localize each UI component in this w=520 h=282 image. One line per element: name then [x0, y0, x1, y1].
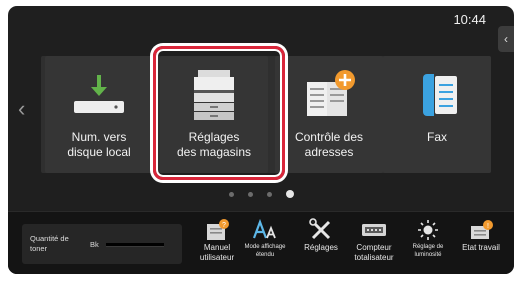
tools-icon: [309, 218, 331, 240]
tile-label: Num. vers disque local: [67, 130, 131, 159]
func-label: Réglage de luminosité: [412, 244, 444, 258]
printer-tray-icon: [194, 70, 234, 120]
page-dot-active[interactable]: [285, 190, 294, 198]
brightness-icon: [418, 220, 438, 240]
side-panel-tab[interactable]: ‹: [498, 26, 514, 52]
fax-phone-icon: [423, 74, 457, 116]
svg-text:?: ?: [222, 222, 226, 229]
toner-color-label: Bk: [90, 240, 99, 249]
address-book-add-icon: [307, 70, 355, 116]
tile-address-review[interactable]: Contrôle des adresses: [275, 56, 383, 173]
func-label: Manuel utilisateur: [199, 243, 235, 262]
func-label: Réglages: [304, 243, 338, 252]
total-counter-button[interactable]: Compteur totalisateur: [349, 217, 399, 263]
settings-button[interactable]: Réglages: [296, 217, 346, 253]
counter-icon: [362, 224, 386, 236]
svg-text:!: !: [487, 223, 489, 230]
page-dot[interactable]: [266, 192, 272, 197]
usb-drive-icon: [74, 75, 124, 113]
tile-tray-settings[interactable]: Réglages des magasins: [160, 56, 268, 173]
toner-status: Quantité de toner Bk: [22, 224, 182, 264]
page-dot[interactable]: [228, 192, 234, 197]
func-label: Mode affichage étendu: [244, 244, 286, 258]
tile-label: Contrôle des adresses: [294, 130, 364, 159]
toner-level-bar: [106, 243, 164, 247]
chevron-left-icon: ‹: [504, 32, 508, 46]
tile-label: Fax: [426, 130, 447, 144]
clock: 10:44: [453, 12, 486, 27]
bottom-function-bar: Quantité de toner Bk ? Manuel utilisateu…: [8, 211, 514, 274]
touch-panel-screen: 10:44 ‹ ‹ Num. vers disque local Réglage…: [8, 6, 514, 274]
page-indicator: [8, 190, 514, 198]
manual-button[interactable]: ? Manuel utilisateur: [192, 217, 242, 263]
tile-fax[interactable]: Fax: [383, 56, 491, 173]
toner-label: Quantité de toner: [30, 234, 69, 253]
extended-display-button[interactable]: Mode affichage étendu: [240, 217, 290, 259]
brightness-button[interactable]: Réglage de luminosité: [403, 217, 453, 259]
func-label: Compteur totalisateur: [354, 243, 394, 262]
page-dot[interactable]: [247, 192, 253, 197]
previous-page-arrow[interactable]: ‹: [18, 96, 25, 122]
tile-scan-to-local-drive[interactable]: Num. vers disque local: [45, 56, 153, 173]
text-size-icon: [252, 218, 276, 239]
func-label: Etat travail: [462, 243, 500, 252]
job-status-button[interactable]: ! Etat travail: [456, 217, 506, 253]
manual-icon: ?: [207, 219, 229, 240]
job-status-icon: !: [471, 220, 493, 239]
tile-label: Réglages des magasins: [176, 130, 252, 159]
